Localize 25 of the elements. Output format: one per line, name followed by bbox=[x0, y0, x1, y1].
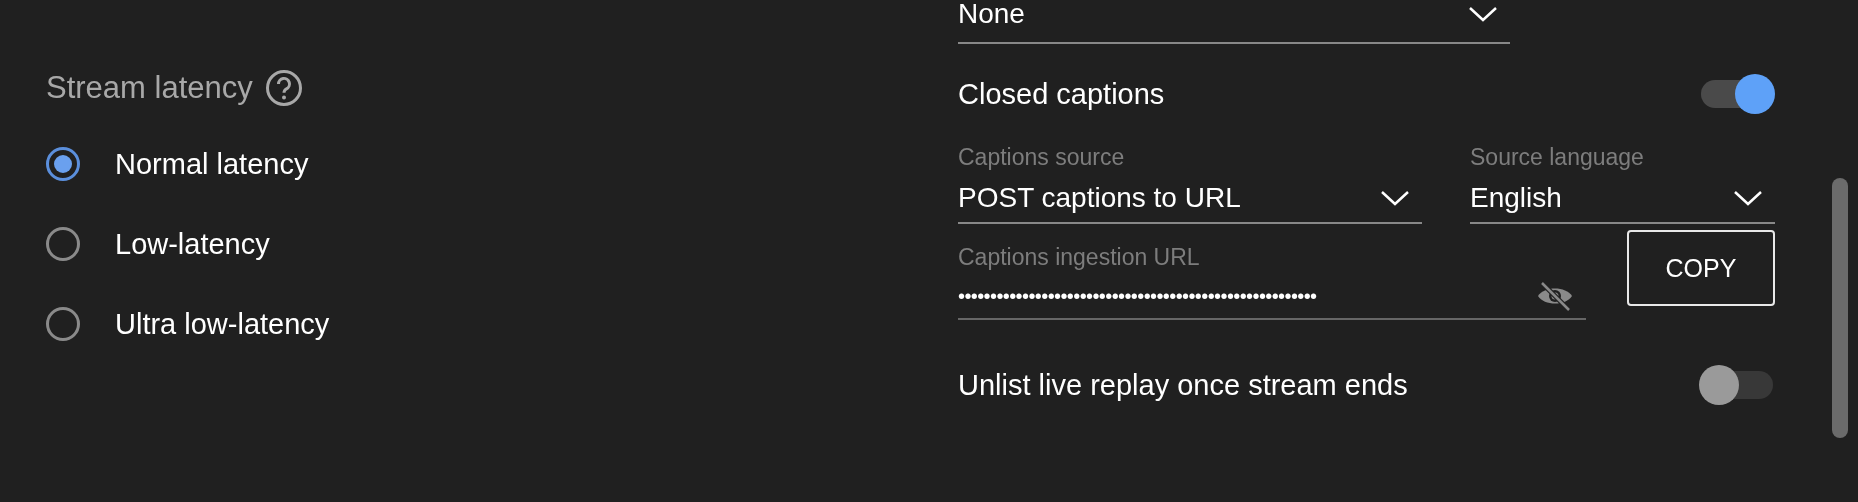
radio-button[interactable] bbox=[46, 147, 80, 181]
setting-label: Unlist live replay once stream ends bbox=[958, 368, 1408, 402]
dropdown[interactable]: POST captions to URL bbox=[958, 174, 1422, 224]
toggle-switch[interactable] bbox=[1699, 74, 1775, 114]
field-label: Captions ingestion URL bbox=[958, 244, 1201, 272]
help-icon[interactable] bbox=[264, 69, 303, 107]
field-label: Source language bbox=[1470, 144, 1645, 172]
radio-label: Ultra low-latency bbox=[115, 307, 330, 341]
radio-button[interactable] bbox=[46, 307, 80, 341]
field-label: Captions source bbox=[958, 144, 1126, 172]
chevron-down-icon bbox=[1380, 189, 1410, 207]
dropdown[interactable]: English bbox=[1470, 174, 1775, 224]
eye-slash-icon[interactable] bbox=[1536, 280, 1574, 312]
copy-button[interactable]: COPY bbox=[1627, 230, 1775, 306]
section-title: Stream latency bbox=[46, 70, 253, 106]
radio-button[interactable] bbox=[46, 227, 80, 261]
setting-label: Closed captions bbox=[958, 77, 1165, 111]
chevron-down-icon bbox=[1468, 5, 1498, 23]
scrollbar[interactable] bbox=[1832, 178, 1848, 438]
radio-label: Normal latency bbox=[115, 147, 309, 181]
chevron-down-icon bbox=[1733, 189, 1763, 207]
dropdown[interactable]: None bbox=[958, 0, 1510, 44]
toggle-switch[interactable] bbox=[1699, 365, 1775, 405]
radio-label: Low-latency bbox=[115, 227, 270, 261]
password-field[interactable]: •••••••••••••••••••••••••••••••••••••••••••••••••••••••• bbox=[958, 274, 1586, 320]
